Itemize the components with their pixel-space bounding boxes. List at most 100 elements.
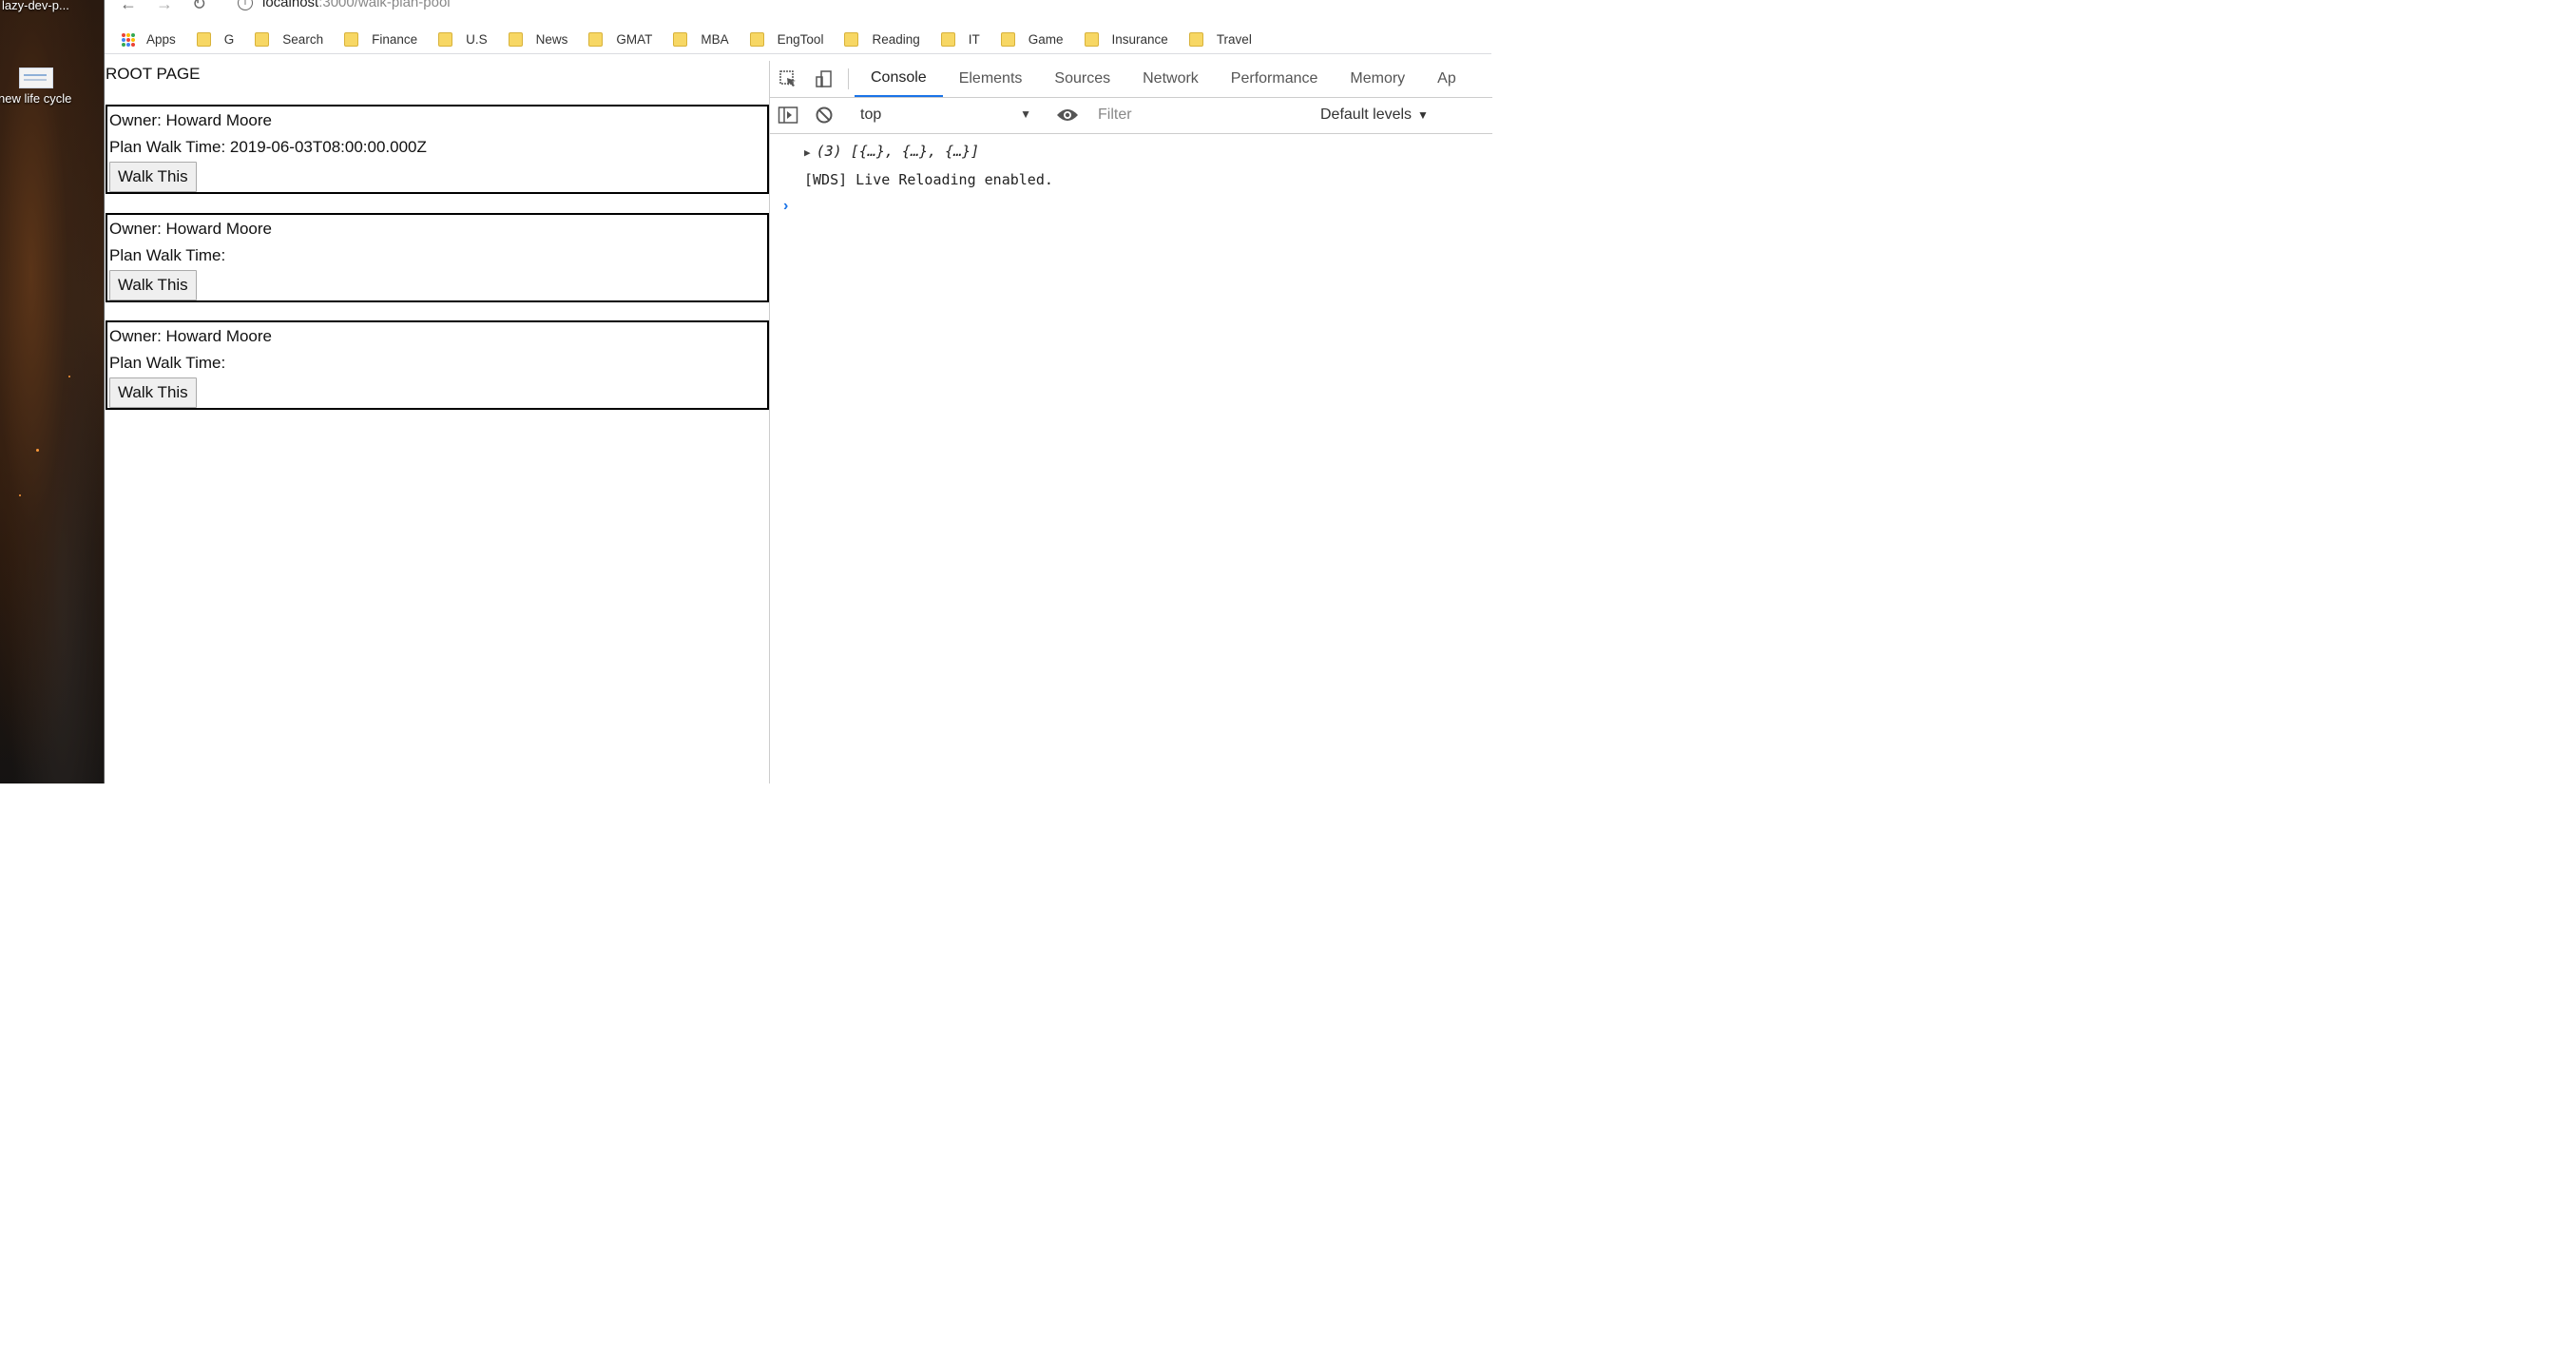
bookmark-label: G (223, 32, 235, 47)
star-decoration (68, 376, 70, 377)
tab-network[interactable]: Network (1126, 61, 1215, 97)
devtools-tabbar: Console Elements Sources Network Perform… (770, 61, 1492, 98)
sidebar-toggle-icon[interactable] (770, 106, 806, 125)
bookmark-folder[interactable]: MBA (673, 32, 729, 47)
walk-plan-card: Owner: Howard Moore Plan Walk Time: Walk… (106, 213, 769, 302)
plan-walk-time-text: Plan Walk Time: 2019-06-03T08:00:00.000Z (109, 138, 427, 156)
page-title: ROOT PAGE (106, 65, 201, 83)
back-arrow-icon[interactable]: ← (120, 0, 137, 14)
folder-icon (1000, 32, 1015, 47)
bookmark-folder[interactable]: News (508, 32, 568, 47)
folder-icon (1084, 32, 1099, 47)
apps-grid-icon (122, 32, 135, 47)
page-content: ROOT PAGE Owner: Howard Moore Plan Walk … (105, 61, 769, 783)
tab-console[interactable]: Console (855, 61, 943, 97)
folder-icon (844, 32, 859, 47)
console-filter-input[interactable]: Filter (1098, 106, 1317, 124)
owner-text: Owner: Howard Moore (109, 111, 273, 129)
bookmark-folder[interactable]: GMAT (588, 32, 652, 47)
tab-application[interactable]: Ap (1421, 61, 1472, 97)
walk-plan-card: Owner: Howard Moore Plan Walk Time: Walk… (106, 320, 769, 410)
browser-toolbar: ← → ↻ i localhost:3000/walk-plan-pool (105, 0, 1491, 13)
live-expression-eye-icon[interactable] (1049, 107, 1086, 123)
bookmark-folder[interactable]: Finance (344, 32, 417, 47)
dropdown-arrow-icon: ▼ (1020, 107, 1031, 121)
inspect-element-icon[interactable] (770, 61, 806, 97)
bookmark-folder[interactable]: Search (255, 32, 323, 47)
log-levels-dropdown[interactable]: Default levels ▼ (1320, 106, 1429, 124)
owner-text: Owner: Howard Moore (109, 220, 273, 238)
clear-console-icon[interactable] (806, 106, 842, 125)
url-host: localhost (262, 0, 319, 10)
bookmark-folder[interactable]: U.S (438, 32, 488, 47)
walk-this-button[interactable]: Walk This (109, 270, 197, 300)
folder-icon (344, 32, 359, 47)
bookmark-folder[interactable]: EngTool (749, 32, 824, 47)
console-prompt-icon[interactable]: › (783, 198, 788, 215)
tab-elements[interactable]: Elements (943, 61, 1039, 97)
owner-text: Owner: Howard Moore (109, 327, 273, 345)
bookmark-folder[interactable]: IT (940, 32, 980, 47)
folder-icon (438, 32, 453, 47)
forward-arrow-icon[interactable]: → (156, 0, 173, 14)
context-value: top (860, 106, 882, 123)
folder-icon (255, 32, 270, 47)
plan-walk-time-text: Plan Walk Time: (109, 354, 226, 372)
bookmark-label: U.S (466, 32, 488, 47)
bookmark-label: Finance (372, 32, 418, 47)
bookmark-folder[interactable]: Insurance (1084, 32, 1168, 47)
info-icon[interactable]: i (238, 0, 253, 11)
walk-this-button[interactable]: Walk This (109, 162, 197, 192)
folder-icon (749, 32, 764, 47)
folder-icon (196, 32, 211, 47)
tab-performance[interactable]: Performance (1215, 61, 1335, 97)
console-log-object[interactable]: ▶ (3) [{…}, {…}, {…}] (804, 143, 979, 160)
bookmark-label: News (535, 32, 568, 47)
walk-plan-card: Owner: Howard Moore Plan Walk Time: 2019… (106, 105, 769, 194)
bookmark-label: MBA (701, 32, 729, 47)
dropdown-arrow-icon: ▼ (1417, 108, 1429, 122)
bookmarks-bar: Apps G Search Finance U.S News GMAT MBA … (105, 26, 1491, 54)
bookmark-folder[interactable]: Travel (1188, 32, 1252, 47)
bookmark-label: Apps (146, 32, 176, 47)
tab-memory[interactable]: Memory (1334, 61, 1421, 97)
bookmark-label: GMAT (616, 32, 653, 47)
address-bar[interactable]: i localhost:3000/walk-plan-pool (238, 0, 451, 11)
walk-this-button[interactable]: Walk This (109, 377, 197, 408)
bookmark-folder[interactable]: Reading (844, 32, 920, 47)
console-filter-bar: top ▼ Filter Default levels ▼ (770, 97, 1492, 134)
folder-icon (508, 32, 523, 47)
desktop-icon-label[interactable]: new life cycle (0, 91, 71, 106)
star-decoration (19, 494, 21, 496)
console-log-text: (3) [{…}, {…}, {…}] (816, 143, 980, 160)
desktop-icon-label[interactable]: lazy-dev-p... (2, 0, 69, 12)
divider (848, 68, 849, 89)
bookmark-label: Travel (1216, 32, 1252, 47)
context-selector[interactable]: top ▼ (855, 106, 1031, 124)
url-path: :3000/walk-plan-pool (318, 0, 451, 10)
bookmark-label: Reading (872, 32, 920, 47)
device-toolbar-icon[interactable] (806, 61, 842, 97)
devtools-panel: Console Elements Sources Network Perform… (769, 61, 1492, 783)
reload-icon[interactable]: ↻ (192, 0, 206, 14)
folder-icon (588, 32, 604, 47)
folder-icon (940, 32, 955, 47)
bookmark-label: IT (968, 32, 980, 47)
bookmark-apps[interactable]: Apps (122, 32, 176, 47)
folder-icon (1188, 32, 1203, 47)
desktop-file-icon[interactable] (19, 68, 53, 88)
tab-sources[interactable]: Sources (1038, 61, 1126, 97)
bookmark-folder[interactable]: Game (1000, 32, 1064, 47)
desktop-background: lazy-dev-p... new life cycle (0, 0, 104, 783)
expand-triangle-icon[interactable]: ▶ (804, 146, 811, 159)
bookmark-folder[interactable]: G (196, 32, 235, 47)
console-log-message: [WDS] Live Reloading enabled. (804, 171, 1053, 188)
browser-window: ← → ↻ i localhost:3000/walk-plan-pool App… (104, 0, 1492, 783)
bookmark-label: EngTool (777, 32, 824, 47)
bookmark-label: Insurance (1111, 32, 1168, 47)
star-decoration (36, 449, 39, 452)
log-levels-label: Default levels (1320, 106, 1413, 123)
folder-icon (673, 32, 688, 47)
bookmark-label: Search (282, 32, 324, 47)
plan-walk-time-text: Plan Walk Time: (109, 246, 226, 264)
